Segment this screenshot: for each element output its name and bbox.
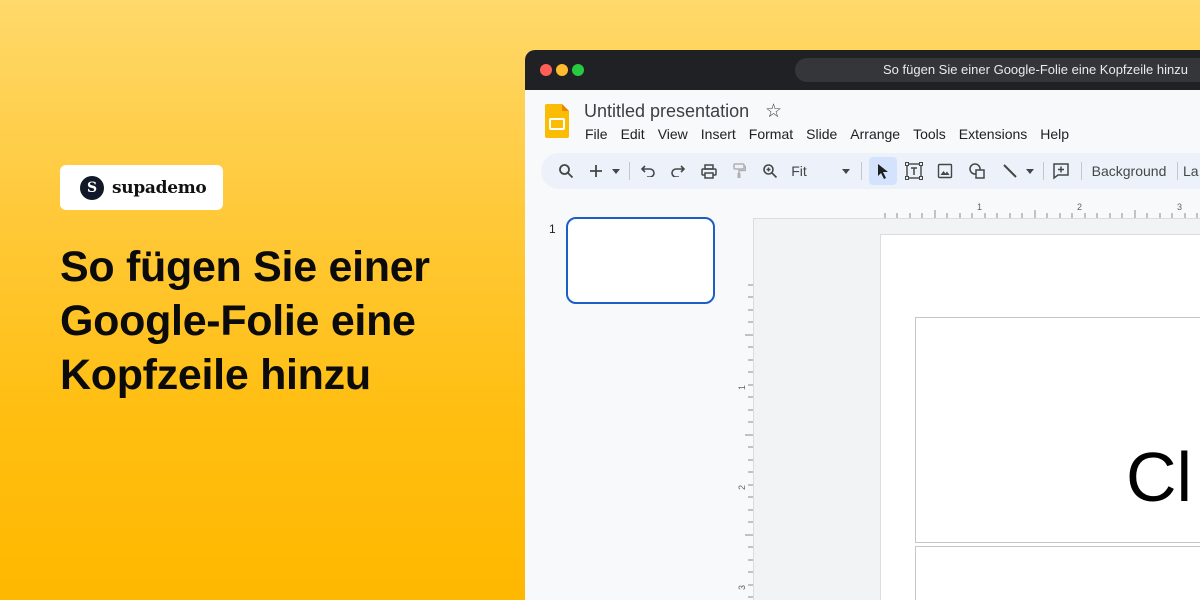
shape-icon[interactable] <box>964 153 990 189</box>
menu-extensions[interactable]: Extensions <box>959 126 1027 142</box>
paint-format-icon[interactable] <box>726 153 752 189</box>
menu-help[interactable]: Help <box>1040 126 1069 142</box>
filmstrip: 1 <box>525 195 725 600</box>
comment-icon[interactable] <box>1047 153 1075 189</box>
undo-icon[interactable] <box>635 153 661 189</box>
horizontal-ruler[interactable]: 1 2 3 <box>880 200 1200 218</box>
ruler-label: 3 <box>737 585 747 590</box>
toolbar-divider <box>1177 162 1178 180</box>
document-title[interactable]: Untitled presentation <box>584 101 749 122</box>
print-icon[interactable] <box>696 153 722 189</box>
chevron-down-icon[interactable] <box>609 153 623 189</box>
add-icon[interactable] <box>585 153 607 189</box>
title-placeholder-text: Cl <box>1126 438 1193 516</box>
menu-file[interactable]: File <box>585 126 608 142</box>
toolbar-divider <box>1043 162 1044 180</box>
menu-bar: File Edit View Insert Format Slide Arran… <box>585 126 1082 142</box>
ruler-label: 3 <box>1177 202 1182 212</box>
menu-slide[interactable]: Slide <box>806 126 837 142</box>
slide-thumbnail[interactable] <box>566 217 715 304</box>
menu-arrange[interactable]: Arrange <box>850 126 900 142</box>
menu-edit[interactable]: Edit <box>621 126 645 142</box>
slides-appbar: Untitled presentation ☆ File Edit View I… <box>525 90 1200 152</box>
subtitle-placeholder[interactable] <box>915 546 1200 600</box>
ruler-label: 2 <box>1077 202 1082 212</box>
image-icon[interactable] <box>932 153 958 189</box>
menu-view[interactable]: View <box>658 126 688 142</box>
supademo-logo-icon: S <box>80 175 104 200</box>
line-icon[interactable] <box>997 153 1023 189</box>
text-box-icon[interactable] <box>901 153 927 189</box>
ruler-label: 1 <box>977 202 982 212</box>
zoom-dropdown-icon[interactable] <box>839 153 853 189</box>
search-icon[interactable] <box>553 153 579 189</box>
browser-titlebar: So fügen Sie einer Google-Folie eine Kop… <box>525 50 1200 90</box>
select-icon[interactable] <box>869 157 897 185</box>
vertical-ruler[interactable]: 1 2 3 <box>735 280 753 600</box>
toolbar-divider <box>629 162 630 180</box>
toolbar: Fit Background La <box>541 153 1200 189</box>
close-window-icon[interactable] <box>540 64 552 76</box>
star-icon[interactable]: ☆ <box>765 100 782 123</box>
headline: So fügen Sie einer Google-Folie eine Kop… <box>60 243 430 399</box>
toolbar-divider <box>861 162 862 180</box>
zoom-icon[interactable] <box>757 153 783 189</box>
layout-button[interactable]: La <box>1183 153 1200 189</box>
menu-format[interactable]: Format <box>749 126 793 142</box>
brand-badge: S supademo <box>60 165 223 210</box>
zoom-select[interactable]: Fit <box>789 153 809 189</box>
maximize-window-icon[interactable] <box>572 64 584 76</box>
google-slides-logo-icon[interactable] <box>545 104 569 138</box>
redo-icon[interactable] <box>665 153 691 189</box>
minimize-window-icon[interactable] <box>556 64 568 76</box>
brand-name: supademo <box>112 177 207 198</box>
ruler-label: 2 <box>737 485 747 490</box>
line-dropdown-icon[interactable] <box>1023 153 1037 189</box>
background-button[interactable]: Background <box>1089 153 1169 189</box>
ruler-label: 1 <box>737 385 747 390</box>
slide-number: 1 <box>549 222 556 236</box>
menu-insert[interactable]: Insert <box>701 126 736 142</box>
browser-window: So fügen Sie einer Google-Folie eine Kop… <box>525 50 1200 600</box>
toolbar-divider <box>1081 162 1082 180</box>
browser-tab[interactable]: So fügen Sie einer Google-Folie eine Kop… <box>795 58 1200 82</box>
menu-tools[interactable]: Tools <box>913 126 946 142</box>
